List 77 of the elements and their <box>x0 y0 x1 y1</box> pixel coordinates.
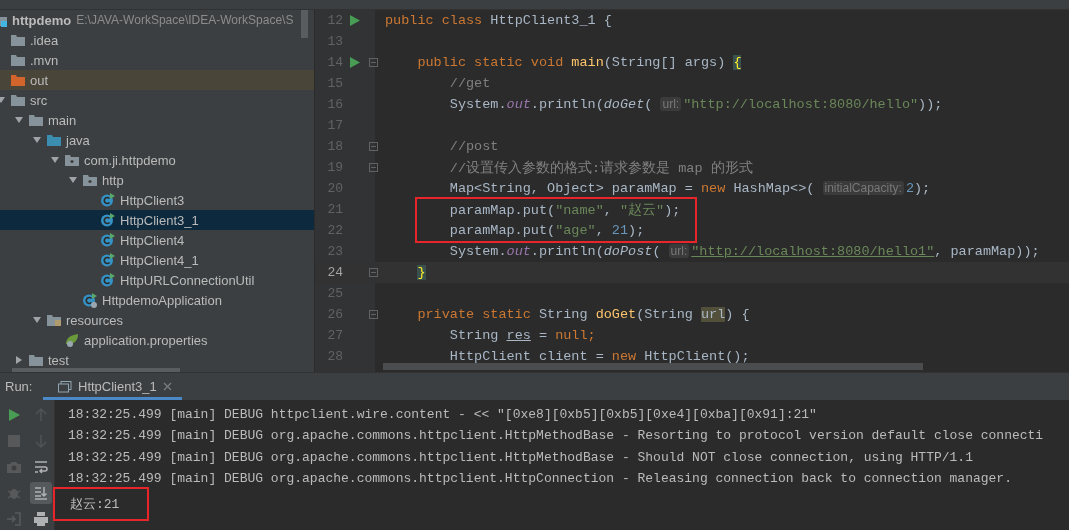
scrollbar[interactable] <box>383 363 923 370</box>
expanded-arrow-icon[interactable] <box>50 155 60 165</box>
resources-folder-icon <box>46 312 62 328</box>
tree-item[interactable]: resources <box>0 310 314 330</box>
code-line: public class HttpClient3_1 { <box>385 13 612 28</box>
tree-item[interactable]: java <box>0 130 314 150</box>
spring-leaf-icon <box>64 332 80 348</box>
fold-marker-icon[interactable] <box>368 163 378 172</box>
code-line: paramMap.put("age", 21); <box>448 223 645 238</box>
code-editor[interactable] <box>315 10 1069 372</box>
class-icon <box>100 252 116 268</box>
folder-icon <box>10 32 26 48</box>
code-line: //get <box>448 76 491 91</box>
code-line: //post <box>448 139 499 154</box>
console-line: 18:32:25.499 [main] DEBUG httpclient.wire.content - << "[0xe8][0xb5][0xb5][0xe4][0xba][0x91]:21" <box>68 407 817 423</box>
tree-item[interactable]: HttpURLConnectionUtil <box>0 270 314 290</box>
class-icon <box>82 292 98 308</box>
console-icon <box>58 380 72 393</box>
console-line: 18:32:25.499 [main] DEBUG org.apache.commons.httpclient.HttpConnection - Releasing connection back to connection manager. <box>68 471 1012 487</box>
code-line: HttpClient client = new HttpClient(); <box>448 349 750 364</box>
run-tab[interactable]: HttpClient3_1 <box>43 373 182 400</box>
console-line: 赵云:21 <box>55 488 148 519</box>
tree-item[interactable]: application.properties <box>0 330 314 350</box>
fold-marker-icon[interactable] <box>368 268 378 277</box>
run-gutter-icon[interactable] <box>350 15 360 26</box>
fold-marker-icon[interactable] <box>368 58 378 67</box>
expanded-arrow-icon[interactable] <box>68 175 78 185</box>
code-line: System.out.println(doPost( url: "http://localhost:8080/hello1", paramMap)); <box>448 244 1040 259</box>
folder-icon <box>10 52 26 68</box>
tree-item[interactable]: test <box>0 350 314 370</box>
code-line: //设置传入参数的格式:请求参数是 map 的形式 <box>448 159 753 177</box>
tree-item[interactable]: http <box>0 170 314 190</box>
tree-item[interactable]: main <box>0 110 314 130</box>
folder-icon <box>10 72 26 88</box>
console-line: 18:32:25.499 [main] DEBUG org.apache.commons.httpclient.HttpMethodBase - Should NOT close connection, using HTTP/1.1 <box>68 449 973 465</box>
tree-item[interactable]: .mvn <box>0 50 314 70</box>
fold-marker-icon[interactable] <box>368 310 378 319</box>
code-line: public static void main(String[] args) { <box>416 55 742 70</box>
line-number: 24 <box>326 265 343 280</box>
code-line: System.out.println(doGet( url: "http://localhost:8080/hello")); <box>448 97 943 112</box>
tree-item[interactable]: HttpdemoApplication <box>0 290 314 310</box>
tree-item[interactable]: out <box>0 70 314 90</box>
expanded-arrow-icon[interactable] <box>32 135 42 145</box>
class-icon <box>100 272 116 288</box>
tree-item[interactable]: src <box>0 90 314 110</box>
folder-icon <box>46 132 62 148</box>
folder-icon <box>10 92 26 108</box>
tree-item[interactable]: httpdemo E:\JAVA-WorkSpace\IDEA-WorkSpace\S <box>0 10 314 30</box>
class-icon <box>100 192 116 208</box>
expanded-arrow-icon[interactable] <box>14 115 24 125</box>
code-line: paramMap.put("name", "赵云"); <box>448 201 681 219</box>
panel-label: Run: <box>4 378 34 396</box>
collapsed-arrow-icon[interactable] <box>14 355 24 365</box>
wrap-icon[interactable] <box>32 459 49 475</box>
fold-marker-icon[interactable] <box>368 142 378 151</box>
package-icon <box>82 172 98 188</box>
tree-item[interactable]: HttpClient4_1 <box>0 250 314 270</box>
console-line: 18:32:25.499 [main] DEBUG org.apache.commons.httpclient.HttpMethodBase - Resorting to protocol version default close connecti <box>68 428 1044 444</box>
close-icon[interactable] <box>162 382 172 391</box>
scrollbar[interactable] <box>301 10 308 38</box>
print-icon[interactable] <box>32 511 49 527</box>
package-icon <box>64 152 80 168</box>
expanded-arrow-icon[interactable] <box>32 315 42 325</box>
code-line: private static String doGet(String url) { <box>416 307 750 322</box>
tree-item[interactable]: HttpClient3_1 <box>0 210 314 230</box>
code-line: String res = null; <box>448 328 596 343</box>
folder-icon <box>28 112 44 128</box>
class-icon <box>100 212 116 228</box>
tree-item[interactable]: HttpClient4 <box>0 230 314 250</box>
scroll-end-icon[interactable] <box>32 485 49 501</box>
tree-item[interactable]: HttpClient3 <box>0 190 314 210</box>
run-gutter-icon[interactable] <box>350 57 360 68</box>
tree-item[interactable]: .idea <box>0 30 314 50</box>
tree-item[interactable]: com.ji.httpdemo <box>0 150 314 170</box>
code-line: Map<String, Object> paramMap = new HashMap<>( initialCapacity: 2); <box>448 181 931 196</box>
module-path: E:\JAVA-WorkSpace\IDEA-WorkSpace\S <box>76 13 294 27</box>
class-icon <box>100 232 116 248</box>
